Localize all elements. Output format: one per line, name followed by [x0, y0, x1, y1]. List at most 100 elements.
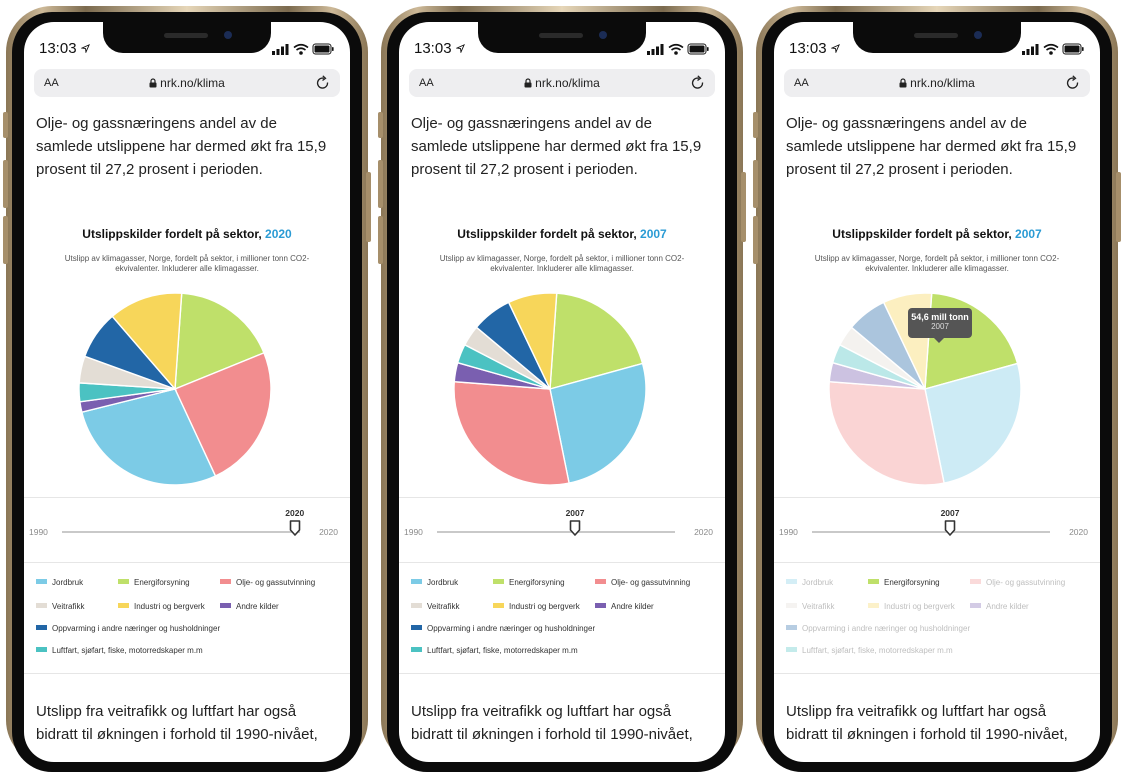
legend-item[interactable]: Veitrafikk — [36, 602, 84, 611]
legend-item[interactable]: Industri og bergverk — [493, 602, 580, 611]
article-paragraph: Olje- og gassnæringens andel av de samle… — [786, 115, 1077, 178]
legend-label: Oppvarming i andre næringer og husholdni… — [427, 624, 596, 633]
tooltip-year: 2007 — [931, 322, 949, 331]
mute-switch — [3, 112, 8, 138]
year-slider-handle[interactable] — [289, 520, 301, 536]
legend-label: Olje- og gassutvinning — [986, 578, 1066, 587]
slider-min-label: 1990 — [779, 527, 798, 537]
legend-item[interactable]: Oppvarming i andre næringer og husholdni… — [786, 624, 970, 633]
lock-icon — [149, 78, 157, 88]
tooltip-value: 54,6 mill tonn — [911, 312, 969, 322]
legend-item[interactable]: Industri og bergverk — [118, 602, 205, 611]
chart-title: Utslippskilder fordelt på sektor, 2007 — [457, 227, 667, 241]
legend-label: Energiforsyning — [509, 578, 565, 587]
reload-icon[interactable] — [690, 74, 706, 92]
legend-swatch — [411, 579, 422, 584]
reload-icon[interactable] — [315, 74, 331, 92]
slider-max-label: 2020 — [319, 527, 338, 537]
pie-slice-olje-og-gassutvinning[interactable] — [828, 380, 945, 486]
legend-item[interactable]: Energiforsyning — [118, 578, 190, 587]
volume-down-button — [753, 216, 758, 264]
legend-swatch — [595, 603, 606, 608]
status-icons — [272, 42, 336, 60]
lock-icon — [899, 78, 907, 88]
slider-year-label: 2007 — [565, 508, 585, 518]
legend-swatch — [868, 603, 879, 608]
slider-min-label: 1990 — [29, 527, 48, 537]
legend-item[interactable]: Olje- og gassutvinning — [220, 578, 315, 587]
legend-swatch — [970, 603, 981, 608]
year-slider-track[interactable] — [812, 531, 1050, 533]
notch — [853, 22, 1021, 53]
legend-swatch — [786, 647, 797, 652]
article-paragraph: Utslipp fra veitrafikk og luftfart har o… — [786, 703, 1068, 743]
status-icons — [1022, 42, 1086, 60]
legend-item[interactable]: Energiforsyning — [868, 578, 940, 587]
legend-label: Oppvarming i andre næringer og husholdni… — [52, 624, 221, 633]
mute-switch — [753, 112, 758, 138]
front-camera — [974, 31, 982, 39]
pie-slice-olje-og-gassutvinning[interactable] — [453, 380, 570, 486]
wifi-icon — [1043, 43, 1059, 55]
legend-label: Industri og bergverk — [509, 602, 580, 611]
url-display[interactable]: nrk.no/klima — [784, 76, 1090, 90]
year-slider-handle[interactable] — [944, 520, 956, 536]
battery-icon — [312, 43, 334, 55]
legend-label: Jordbruk — [52, 578, 84, 587]
speaker — [539, 33, 583, 38]
phone-mockup-2: 13:03 AA nrk.no/klima Olje- og gassnærin… — [377, 2, 747, 772]
front-camera — [224, 31, 232, 39]
divider — [774, 562, 1100, 563]
legend-item[interactable]: Olje- og gassutvinning — [595, 578, 690, 587]
year-slider-track[interactable] — [437, 531, 675, 533]
legend-label: Industri og bergverk — [884, 602, 955, 611]
url-display[interactable]: nrk.no/klima — [409, 76, 715, 90]
address-bar[interactable]: AA nrk.no/klima — [34, 69, 340, 97]
divider — [24, 562, 350, 563]
legend-item[interactable]: Oppvarming i andre næringer og husholdni… — [36, 624, 220, 633]
article-paragraph: Utslipp fra veitrafikk og luftfart har o… — [36, 703, 318, 743]
legend-label: Luftfart, sjøfart, fiske, motorredskaper… — [802, 646, 953, 655]
legend-label: Luftfart, sjøfart, fiske, motorredskaper… — [427, 646, 578, 655]
legend-item[interactable]: Jordbruk — [786, 578, 833, 587]
legend-label: Energiforsyning — [134, 578, 190, 587]
legend-item[interactable]: Veitrafikk — [786, 602, 834, 611]
legend-item[interactable]: Luftfart, sjøfart, fiske, motorredskaper… — [411, 646, 578, 655]
article-paragraph: Olje- og gassnæringens andel av de samle… — [36, 115, 327, 178]
url-text: nrk.no/klima — [535, 76, 600, 90]
legend-swatch — [411, 647, 422, 652]
legend-label: Olje- og gassutvinning — [236, 578, 316, 587]
legend-item[interactable]: Luftfart, sjøfart, fiske, motorredskaper… — [786, 646, 953, 655]
legend-swatch — [220, 579, 231, 584]
phone-screen: 13:03 AA nrk.no/klima Olje- og gassnærin… — [774, 22, 1100, 762]
wifi-icon — [293, 43, 309, 55]
legend-item[interactable]: Industri og bergverk — [868, 602, 955, 611]
legend-item[interactable]: Andre kilder — [970, 602, 1029, 611]
battery-icon — [1062, 43, 1084, 55]
legend-label: Andre kilder — [236, 602, 279, 611]
legend-item[interactable]: Olje- og gassutvinning — [970, 578, 1065, 587]
legend-item[interactable]: Oppvarming i andre næringer og husholdni… — [411, 624, 595, 633]
phone-screen: 13:03 AA nrk.no/klima Olje- og gassnærin… — [24, 22, 350, 762]
legend-item[interactable]: Energiforsyning — [493, 578, 565, 587]
phone-mockup-3: 13:03 AA nrk.no/klima Olje- og gassnærin… — [752, 2, 1122, 772]
year-slider-handle[interactable] — [569, 520, 581, 536]
legend-item[interactable]: Andre kilder — [220, 602, 279, 611]
legend-item[interactable]: Andre kilder — [595, 602, 654, 611]
year-slider-track[interactable] — [62, 531, 300, 533]
legend-item[interactable]: Jordbruk — [36, 578, 83, 587]
phone-screen: 13:03 AA nrk.no/klima Olje- og gassnærin… — [399, 22, 725, 762]
legend-label: Veitrafikk — [802, 602, 835, 611]
notch — [478, 22, 646, 53]
notch — [103, 22, 271, 53]
legend-label: Veitrafikk — [52, 602, 85, 611]
address-bar[interactable]: AA nrk.no/klima — [409, 69, 715, 97]
legend-item[interactable]: Veitrafikk — [411, 602, 459, 611]
legend-item[interactable]: Luftfart, sjøfart, fiske, motorredskaper… — [36, 646, 203, 655]
legend-swatch — [411, 625, 422, 630]
legend-item[interactable]: Jordbruk — [411, 578, 458, 587]
reload-icon[interactable] — [1065, 74, 1081, 92]
url-display[interactable]: nrk.no/klima — [34, 76, 340, 90]
location-arrow-icon — [454, 44, 465, 54]
address-bar[interactable]: AA nrk.no/klima — [784, 69, 1090, 97]
